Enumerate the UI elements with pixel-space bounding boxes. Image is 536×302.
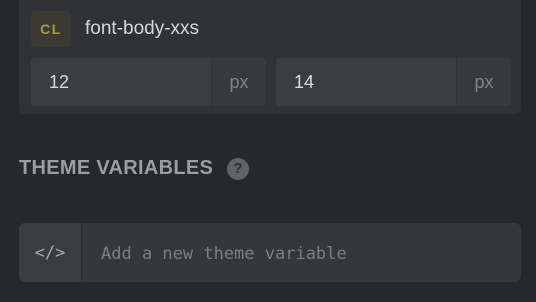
token-type-badge: CL xyxy=(31,11,71,47)
new-theme-variable-row: </> xyxy=(19,223,521,282)
theme-variables-title: THEME VARIABLES xyxy=(19,157,214,179)
max-size-unit[interactable]: px xyxy=(457,58,511,106)
min-size-unit[interactable]: px xyxy=(212,58,266,106)
max-size-field[interactable]: 14 xyxy=(276,58,456,106)
code-icon[interactable]: </> xyxy=(19,223,82,282)
theme-variables-heading: THEME VARIABLES ? xyxy=(19,157,250,180)
token-name: font-body-xxs xyxy=(85,18,200,39)
panel: CL font-body-xxs 12 px 14 px THEME VARIA… xyxy=(0,0,536,302)
token-row: CL font-body-xxs xyxy=(31,11,199,47)
new-theme-variable-input[interactable] xyxy=(82,223,521,282)
min-size-field[interactable]: 12 xyxy=(31,58,211,106)
help-icon[interactable]: ? xyxy=(227,157,250,180)
